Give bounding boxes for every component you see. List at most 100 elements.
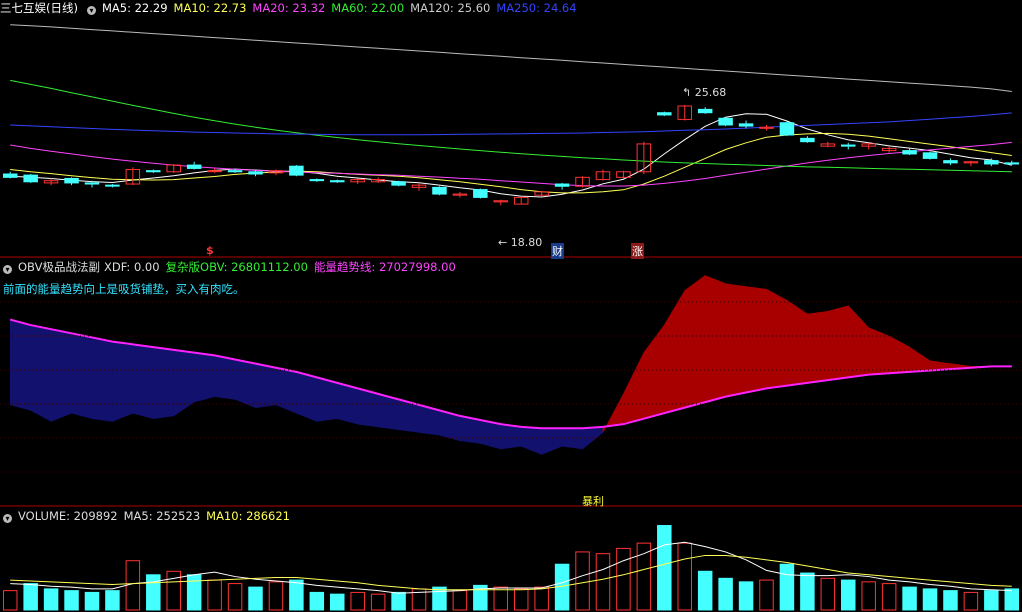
- volume-bar: [595, 553, 611, 611]
- candle-body: [779, 122, 795, 136]
- volume-ma5: MA5: 252523: [123, 509, 201, 523]
- obv-xdf: XDF: 0.00: [103, 260, 160, 274]
- volume-bar: [738, 581, 754, 611]
- candle-body: [248, 171, 263, 175]
- obv-fill: [153, 346, 175, 420]
- obv-indicator-name: OBV极品战法副: [18, 260, 100, 274]
- obv-fill: [132, 343, 154, 420]
- volume-bar: [513, 588, 529, 611]
- obv-fill: [500, 423, 522, 450]
- volume-bar: [881, 583, 897, 611]
- volume-bar: [248, 586, 263, 611]
- obv-fill: [234, 359, 256, 409]
- price-panel: [2, 24, 1020, 206]
- volume-bar: [902, 586, 917, 611]
- volume-bar: [1004, 588, 1020, 611]
- obv-fill: [704, 275, 726, 403]
- candle-body: [554, 183, 570, 187]
- volume-bar: [370, 593, 386, 611]
- volume-bar: [718, 577, 733, 611]
- volume-bar: [432, 586, 447, 611]
- volume-header: ▾ VOLUME: 209892 MA5: 252523 MA10: 286621: [0, 508, 296, 524]
- obv-trend-value: 能量趋势线: 27027998.00: [313, 260, 456, 274]
- volume-bar: [289, 579, 304, 611]
- candle-body: [309, 179, 325, 182]
- volume-panel: [2, 525, 1020, 611]
- obv-fill: [827, 305, 849, 381]
- obv-fill: [561, 427, 583, 450]
- stock-title: 三七互娱(日线): [0, 1, 78, 15]
- ma-label-2: MA20: 23.32: [252, 1, 326, 15]
- obv-fill: [316, 376, 338, 422]
- ma-line-ma250: [10, 112, 1012, 136]
- volume-bar: [64, 590, 79, 611]
- volume-bar: [146, 574, 161, 611]
- obv-fill: [275, 367, 297, 414]
- volume-bar: [309, 591, 325, 611]
- obv-fill: [91, 337, 113, 422]
- volume-bar: [493, 586, 509, 611]
- volume-bar: [657, 525, 672, 611]
- ma-label-0: MA5: 22.29: [101, 1, 168, 15]
- volume-bar: [575, 551, 590, 611]
- high-price-value: 25.68: [694, 86, 727, 99]
- volume-bar: [616, 547, 631, 611]
- obv-fill: [663, 289, 686, 414]
- candle-body: [697, 108, 713, 114]
- candle-body: [841, 144, 856, 147]
- volume-bar: [759, 579, 774, 611]
- obv-fill: [888, 335, 910, 374]
- obv-fill: [112, 341, 134, 422]
- obv-fill: [868, 327, 890, 375]
- profit-label: 暴利: [582, 495, 604, 508]
- candle-body: [922, 152, 938, 159]
- candle-body: [473, 189, 488, 198]
- obv-fill: [9, 319, 31, 411]
- volume-bar: [23, 583, 38, 611]
- volume-bar: [779, 563, 795, 611]
- volume-bar: [922, 588, 938, 611]
- candle-body: [1004, 162, 1020, 165]
- obv-fill: [909, 346, 931, 373]
- candle-body: [64, 177, 79, 184]
- candle-body: [657, 112, 672, 116]
- dividend-marker[interactable]: $: [206, 244, 214, 257]
- volume-bar: [105, 590, 120, 611]
- obv-value: 复杂版OBV: 26801112.00: [165, 260, 308, 274]
- obv-fill: [807, 310, 829, 384]
- volume-bar: [227, 583, 243, 611]
- candle-body: [289, 165, 304, 176]
- candle-body: [2, 173, 18, 178]
- ma-label-3: MA60: 22.00: [331, 1, 405, 15]
- ma-label-5: MA250: 24.64: [496, 1, 577, 15]
- candle-body: [984, 160, 999, 165]
- candle-body: [800, 137, 815, 143]
- obv-fill: [357, 387, 379, 428]
- volume-bar: [268, 581, 284, 611]
- obv-fill: [766, 288, 788, 389]
- collapse-icon[interactable]: ▾: [3, 265, 12, 274]
- volume-bar: [391, 591, 406, 611]
- ma-line-ma5: [10, 113, 1012, 198]
- obv-fill: [725, 283, 747, 398]
- candle-body: [186, 164, 202, 169]
- finance-marker[interactable]: 财: [551, 243, 564, 259]
- candle-body: [718, 117, 733, 126]
- obv-fill: [71, 332, 93, 420]
- collapse-icon[interactable]: ▾: [86, 6, 96, 15]
- candle-body: [84, 182, 100, 185]
- rise-marker[interactable]: 涨: [631, 243, 644, 259]
- candle-body: [105, 184, 120, 187]
- candle-body: [902, 150, 917, 155]
- volume-bar: [350, 591, 365, 611]
- obv-fill: [786, 299, 808, 386]
- volume-bar: [697, 570, 713, 611]
- candle-body: [146, 170, 161, 173]
- volume-bar: [963, 591, 979, 611]
- ma-label-1: MA10: 22.73: [173, 1, 247, 15]
- ma-label-4: MA120: 25.60: [410, 1, 491, 15]
- ma-labels: MA5: 22.29 MA10: 22.73 MA20: 23.32 MA60: 22…: [102, 1, 583, 15]
- volume-bar: [186, 574, 202, 611]
- obv-fill: [50, 328, 72, 422]
- collapse-icon[interactable]: ▾: [3, 514, 12, 523]
